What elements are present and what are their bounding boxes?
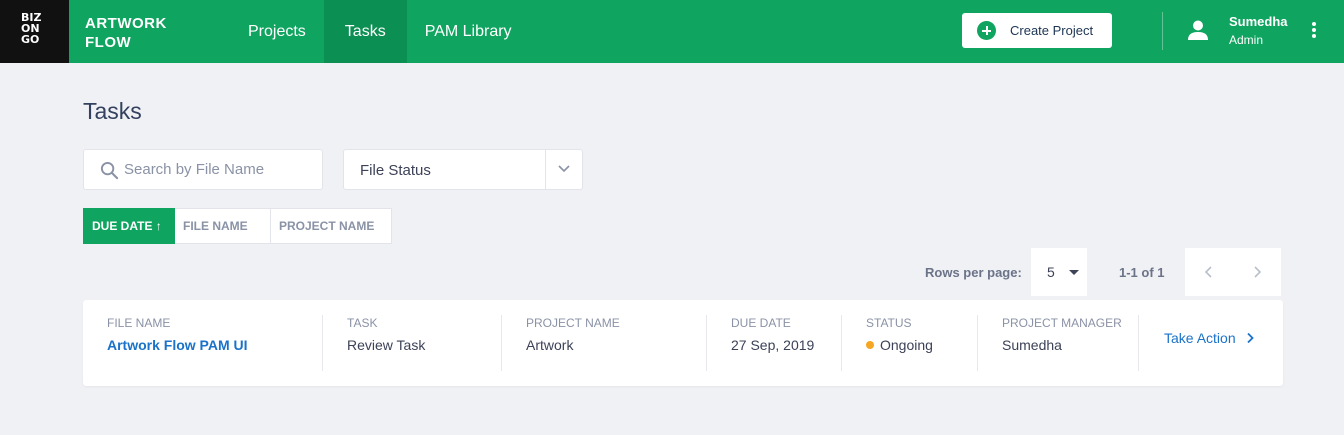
sort-file-name-button[interactable]: FILE NAME xyxy=(175,208,271,244)
due-date-cell: DUE DATE 27 Sep, 2019 xyxy=(731,315,841,371)
status-badge: Ongoing xyxy=(866,337,976,353)
user-name[interactable]: Sumedha xyxy=(1229,14,1288,29)
column-divider xyxy=(841,315,842,371)
file-status-select[interactable]: File Status xyxy=(343,149,583,190)
project-name-value: Artwork xyxy=(526,337,574,353)
rows-per-page-label: Rows per page: xyxy=(925,265,1022,280)
bizongo-logo[interactable]: BIZ ON GO xyxy=(0,0,69,63)
take-action-button[interactable]: Take Action xyxy=(1164,330,1256,346)
header-divider xyxy=(1162,12,1163,50)
take-action-label: Take Action xyxy=(1164,330,1236,346)
task-value: Review Task xyxy=(347,337,426,353)
search-box[interactable] xyxy=(83,149,323,190)
column-divider xyxy=(322,315,323,371)
status-value: Ongoing xyxy=(880,337,933,353)
nav-item-projects[interactable]: Projects xyxy=(230,0,324,63)
page-title: Tasks xyxy=(83,98,142,124)
column-divider xyxy=(977,315,978,371)
sort-due-date-button[interactable]: DUE DATE ↑ xyxy=(83,208,175,244)
chevron-down-icon[interactable] xyxy=(556,162,572,176)
user-icon[interactable] xyxy=(1186,18,1210,42)
due-date-header: DUE DATE xyxy=(731,316,791,330)
project-manager-header: PROJECT MANAGER xyxy=(1002,316,1122,330)
file-status-value: File Status xyxy=(360,162,431,179)
chevron-right-icon xyxy=(1246,332,1254,344)
kebab-menu-icon[interactable] xyxy=(1306,22,1322,42)
project-manager-value: Sumedha xyxy=(1002,337,1062,353)
task-cell: TASK Review Task xyxy=(347,315,497,371)
column-divider xyxy=(1138,315,1139,371)
project-manager-cell: PROJECT MANAGER Sumedha xyxy=(1002,315,1132,371)
create-project-button[interactable]: Create Project xyxy=(962,13,1112,48)
project-name-header: PROJECT NAME xyxy=(526,316,620,330)
page-nav-buttons xyxy=(1185,248,1281,296)
sort-toggle-group: DUE DATE ↑ FILE NAME PROJECT NAME xyxy=(83,208,392,244)
file-name-cell: FILE NAME Artwork Flow PAM UI xyxy=(107,315,317,371)
nav-item-pam-library[interactable]: PAM Library xyxy=(407,0,530,63)
status-cell: STATUS Ongoing xyxy=(866,315,976,371)
select-divider xyxy=(545,150,546,189)
chevron-right-icon[interactable] xyxy=(1249,264,1265,280)
task-row: FILE NAME Artwork Flow PAM UI TASK Revie… xyxy=(83,300,1283,386)
chevron-left-icon[interactable] xyxy=(1201,264,1217,280)
top-bar: BIZ ON GO ARTWORK FLOW Projects Tasks PA… xyxy=(0,0,1344,63)
caret-down-icon xyxy=(1069,270,1079,275)
app-brand: ARTWORK FLOW xyxy=(85,14,167,52)
brand-line-1: ARTWORK xyxy=(85,15,167,32)
user-role: Admin xyxy=(1229,33,1264,47)
rows-per-page-select[interactable]: 5 xyxy=(1031,248,1087,296)
file-name-header: FILE NAME xyxy=(107,316,171,330)
page-range: 1-1 of 1 xyxy=(1119,265,1165,280)
task-header: TASK xyxy=(347,316,378,330)
column-divider xyxy=(501,315,502,371)
project-name-cell: PROJECT NAME Artwork xyxy=(526,315,696,371)
create-project-label: Create Project xyxy=(1010,23,1094,38)
nav-item-tasks[interactable]: Tasks xyxy=(323,0,407,63)
due-date-value: 27 Sep, 2019 xyxy=(731,337,815,353)
sort-project-name-button[interactable]: PROJECT NAME xyxy=(271,208,392,244)
file-name-link[interactable]: Artwork Flow PAM UI xyxy=(107,337,317,353)
status-dot-icon xyxy=(866,341,874,349)
brand-line-2: FLOW xyxy=(85,34,132,51)
plus-circle-icon xyxy=(977,21,996,40)
logo-line-3: GO xyxy=(21,33,40,46)
rows-per-page-value: 5 xyxy=(1047,264,1055,280)
column-divider xyxy=(706,315,707,371)
main-nav: Projects Tasks PAM Library xyxy=(230,0,530,63)
search-icon xyxy=(100,161,119,180)
status-header: STATUS xyxy=(866,316,912,330)
search-input[interactable] xyxy=(124,150,314,189)
